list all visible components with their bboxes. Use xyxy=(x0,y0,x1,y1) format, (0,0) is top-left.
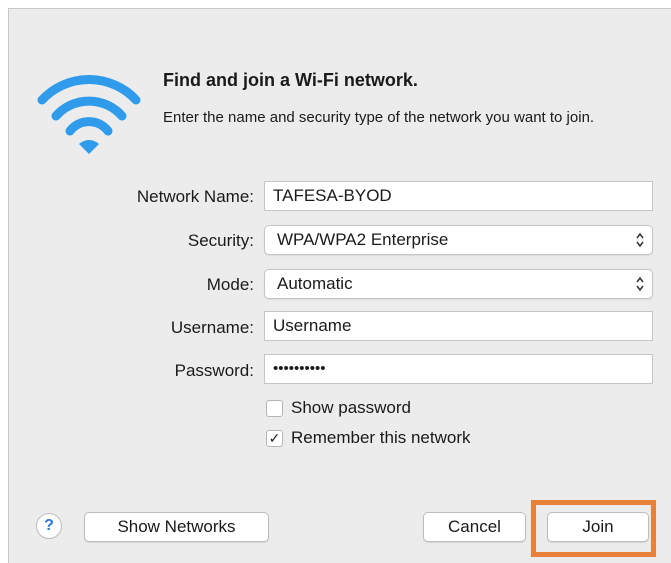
updown-arrows-icon xyxy=(636,276,644,292)
security-label: Security: xyxy=(187,231,254,250)
security-value: WPA/WPA2 Enterprise xyxy=(277,230,449,249)
wifi-icon xyxy=(37,74,141,154)
mode-value: Automatic xyxy=(277,274,353,293)
dialog-description: Enter the name and security type of the … xyxy=(163,109,595,126)
security-select[interactable]: WPA/WPA2 Enterprise xyxy=(264,225,653,255)
network-name-label: Network Name: xyxy=(136,187,254,206)
join-highlight-box xyxy=(531,500,656,557)
password-input[interactable]: •••••••••• xyxy=(264,354,653,384)
remember-network-checkbox[interactable]: ✓ xyxy=(266,429,283,447)
username-label: Username: xyxy=(170,318,254,337)
dialog-heading: Find and join a Wi-Fi network. xyxy=(163,70,418,90)
help-button[interactable]: ? xyxy=(36,513,62,539)
network-name-input[interactable] xyxy=(264,181,653,211)
cancel-button[interactable]: Cancel xyxy=(423,512,526,542)
remember-network-label: Remember this network xyxy=(291,428,471,447)
show-networks-button[interactable]: Show Networks xyxy=(84,512,269,542)
username-input[interactable] xyxy=(264,311,653,341)
updown-arrows-icon xyxy=(636,232,644,248)
show-password-checkbox[interactable] xyxy=(266,399,283,417)
mode-label: Mode: xyxy=(206,275,254,294)
show-password-row[interactable]: Show password xyxy=(266,397,411,419)
mode-select[interactable]: Automatic xyxy=(264,269,653,299)
show-password-label: Show password xyxy=(291,398,412,417)
password-label: Password: xyxy=(174,361,254,380)
remember-network-row[interactable]: ✓ Remember this network xyxy=(266,427,471,449)
